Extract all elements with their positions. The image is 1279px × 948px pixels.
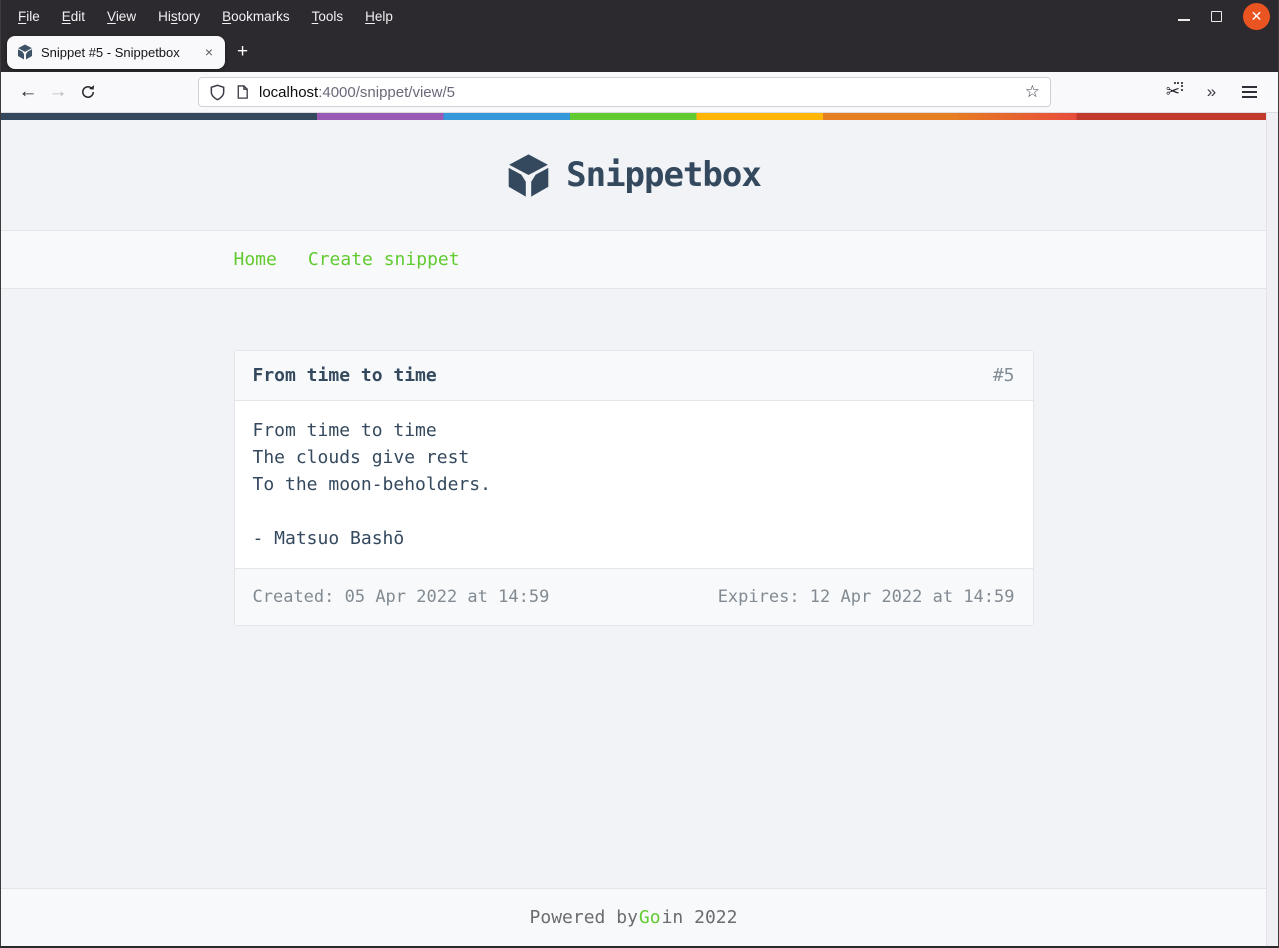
page-title[interactable]: Snippetbox [566, 155, 762, 195]
tab-title: Snippet #5 - Snippetbox [41, 44, 180, 60]
extensions-overflow-button[interactable]: » [1196, 77, 1226, 107]
window-close-button[interactable]: ✕ [1243, 2, 1270, 30]
page-icon [237, 85, 248, 99]
shield-icon [210, 83, 225, 101]
reload-button[interactable] [73, 77, 103, 107]
snippet-body-text: From time to time The clouds give rest T… [234, 400, 1033, 569]
main-content: From time to time #5 From time to time T… [1, 289, 1266, 888]
snippetbox-logo-icon [508, 153, 549, 197]
menu-bar: File Edit View History Bookmarks Tools H… [1, 0, 1278, 32]
menu-history[interactable]: History [147, 3, 211, 30]
url-path: :4000/snippet/view/5 [318, 83, 455, 101]
minimize-button[interactable] [1178, 19, 1190, 21]
forward-icon: → [48, 81, 68, 102]
hamburger-icon [1241, 86, 1257, 98]
site-footer: Powered by Go in 2022 [1, 888, 1266, 946]
vertical-scrollbar[interactable] [1266, 113, 1278, 946]
snippet-metadata: Created: 05 Apr 2022 at 14:59 Expires: 1… [234, 569, 1033, 625]
nav-link-create-snippet[interactable]: Create snippet [308, 249, 460, 270]
menu-bookmarks[interactable]: Bookmarks [211, 3, 301, 30]
snippet-card: From time to time #5 From time to time T… [233, 350, 1034, 626]
back-button[interactable]: ← [13, 77, 43, 107]
navigation-toolbar: ← → localhost:4000/snippet/view/5 ☆ ✂ » [1, 72, 1278, 113]
url-text: localhost:4000/snippet/view/5 [259, 84, 455, 101]
snippetbox-favicon-icon [17, 44, 33, 60]
app-menu-button[interactable] [1234, 77, 1264, 107]
footer-text-prefix: Powered by [529, 907, 638, 928]
snippet-id-badge: #5 [992, 365, 1015, 386]
new-tab-button[interactable]: + [225, 39, 260, 65]
url-bar[interactable]: localhost:4000/snippet/view/5 ☆ [198, 77, 1051, 107]
url-host: localhost [259, 83, 319, 101]
menu-edit[interactable]: Edit [51, 3, 96, 30]
screenshot-button[interactable]: ✂ [1158, 77, 1188, 107]
page-viewport: Snippetbox Home Create snippet From time… [1, 113, 1278, 946]
chevrons-icon: » [1206, 82, 1217, 101]
window-close-icon: ✕ [1250, 8, 1263, 24]
tab-close-icon[interactable]: × [201, 43, 217, 61]
snippet-expires-time: Expires: 12 Apr 2022 at 14:59 [717, 587, 1015, 607]
window-controls: ✕ [1178, 2, 1278, 30]
crop-dots-decoration [1174, 82, 1183, 91]
snippetbox-page: Snippetbox Home Create snippet From time… [1, 113, 1266, 946]
site-header: Snippetbox [1, 120, 1266, 230]
forward-button[interactable]: → [43, 77, 73, 107]
site-nav: Home Create snippet [1, 230, 1266, 289]
tab-snippet-5[interactable]: Snippet #5 - Snippetbox × [7, 35, 225, 69]
footer-text-suffix: in 2022 [661, 907, 738, 928]
toolbar-right-icons: ✂ » [1158, 77, 1266, 107]
snippet-title: From time to time [252, 365, 437, 386]
menu-tools[interactable]: Tools [301, 3, 355, 30]
back-icon: ← [18, 81, 38, 102]
menu-file[interactable]: File [7, 3, 51, 30]
bookmark-star-icon[interactable]: ☆ [1025, 82, 1040, 102]
nav-links: Home Create snippet [234, 249, 1034, 270]
snippet-card-header: From time to time #5 [234, 351, 1033, 400]
menu-help[interactable]: Help [354, 3, 404, 30]
tab-bar: Snippet #5 - Snippetbox × + [1, 32, 1278, 72]
nav-link-home[interactable]: Home [234, 249, 277, 270]
maximize-button[interactable] [1211, 10, 1222, 22]
reload-icon [82, 85, 95, 98]
browser-window: File Edit View History Bookmarks Tools H… [0, 0, 1279, 948]
menu-items: File Edit View History Bookmarks Tools H… [1, 3, 404, 30]
menu-view[interactable]: View [96, 3, 147, 30]
rainbow-stripe [1, 113, 1266, 120]
snippet-created-time: Created: 05 Apr 2022 at 14:59 [252, 587, 550, 607]
footer-go-link[interactable]: Go [639, 907, 661, 928]
